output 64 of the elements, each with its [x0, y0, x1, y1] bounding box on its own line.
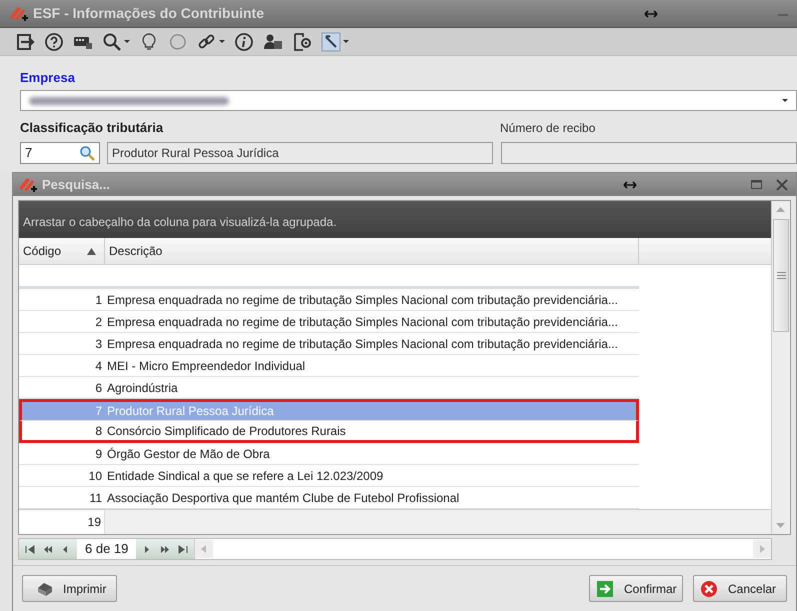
caret-icon[interactable]	[343, 40, 349, 43]
table-cell-text: 9	[94, 446, 103, 462]
maximize-icon[interactable]	[751, 180, 762, 189]
table-cell-text: Entidade Sindical a que se refere a Lei 12.023/2009	[106, 468, 384, 484]
table-cell-text: Órgão Gestor de Mão de Obra	[106, 446, 270, 462]
resize-arrows-icon	[623, 180, 637, 190]
print-button[interactable]: Imprimir	[22, 575, 117, 602]
caret-icon[interactable]	[124, 40, 130, 43]
next-page-group-icon[interactable]	[160, 544, 170, 554]
document-gear-icon[interactable]	[292, 32, 312, 52]
table-cell-text: 11	[88, 490, 103, 506]
cancel-button[interactable]: Cancelar	[693, 575, 787, 602]
receipt-field[interactable]	[501, 142, 797, 164]
app-logo-icon	[8, 5, 29, 22]
table-cell-text: MEI - Micro Empreendedor Individual	[106, 358, 306, 374]
description-field: Produtor Rural Pessoa Jurídica	[107, 142, 493, 164]
scroll-thumb[interactable]	[773, 219, 789, 332]
table-cell-text: 10	[88, 468, 103, 484]
close-icon[interactable]	[776, 178, 788, 190]
table-cell-text: 2	[94, 314, 103, 330]
table-cell-text: 6	[94, 380, 103, 396]
table-cell-text: Empresa enquadrada no regime de tributação Simples Nacional com tributação previdenciária...	[106, 336, 618, 352]
count-cell: 19	[19, 510, 105, 534]
last-page-icon[interactable]	[178, 544, 188, 554]
table-row[interactable]: 8 Consórcio Simplificado de Produtores Rurais	[19, 421, 639, 443]
group-panel-hint: Arrastar o cabeçalho da coluna para visualizá-la agrupada.	[23, 214, 337, 231]
link-icon[interactable]	[197, 32, 217, 52]
table-cell-text: Agroindústria	[106, 380, 178, 396]
app-logo-icon	[17, 176, 38, 193]
table-cell-text: 1	[94, 292, 103, 308]
person-card-icon[interactable]	[263, 32, 283, 52]
first-page-icon[interactable]	[25, 544, 35, 554]
page-position: 6 de 19	[84, 540, 130, 558]
caret-icon[interactable]	[219, 40, 225, 43]
dialog-title: Pesquisa...	[42, 176, 110, 194]
table-cell-text: 7	[94, 403, 103, 420]
confirm-button[interactable]: Confirmar	[589, 575, 683, 602]
table-cell-text: 4	[94, 358, 103, 374]
search-icon[interactable]	[79, 145, 95, 161]
table-cell-text: 8	[94, 422, 103, 440]
vertical-scrollbar[interactable]	[771, 201, 790, 534]
resize-arrows-icon	[644, 8, 658, 18]
dropdown-caret-icon[interactable]	[782, 99, 788, 102]
info-icon[interactable]	[234, 32, 254, 52]
table-cell-text: Empresa enquadrada no regime de tributação Simples Nacional com tributação previdenciária...	[106, 314, 618, 330]
exit-icon[interactable]	[15, 32, 35, 52]
arrow-right-icon	[596, 580, 614, 598]
field-label: Empresa	[20, 69, 76, 87]
search-icon[interactable]	[102, 32, 122, 52]
window-title: ESF - Informações do Contribuinte	[33, 4, 264, 23]
field-label: Classificação tributária	[20, 119, 164, 138]
code-field[interactable]: 7	[20, 142, 100, 164]
previous-page-group-icon[interactable]	[43, 544, 53, 554]
table-cell-text: Empresa enquadrada no regime de tributação Simples Nacional com tributação previdenciária...	[106, 292, 618, 308]
grip-icon	[776, 272, 786, 279]
column-header[interactable]: Descrição	[105, 238, 639, 264]
table-cell-text: Produtor Rural Pessoa Jurídica	[106, 403, 274, 420]
table-cell-text: 3	[94, 336, 103, 352]
column-header[interactable]: Código	[19, 238, 105, 264]
cancel-icon	[700, 580, 718, 598]
table-cell-text: Consórcio Simplificado de Produtores Rurais	[106, 422, 346, 440]
table-cell-text: Associação Desportiva que mantém Clube de Futebol Profissional	[106, 490, 460, 506]
field-label: Número de recibo	[500, 120, 596, 137]
help-icon[interactable]	[44, 32, 64, 52]
